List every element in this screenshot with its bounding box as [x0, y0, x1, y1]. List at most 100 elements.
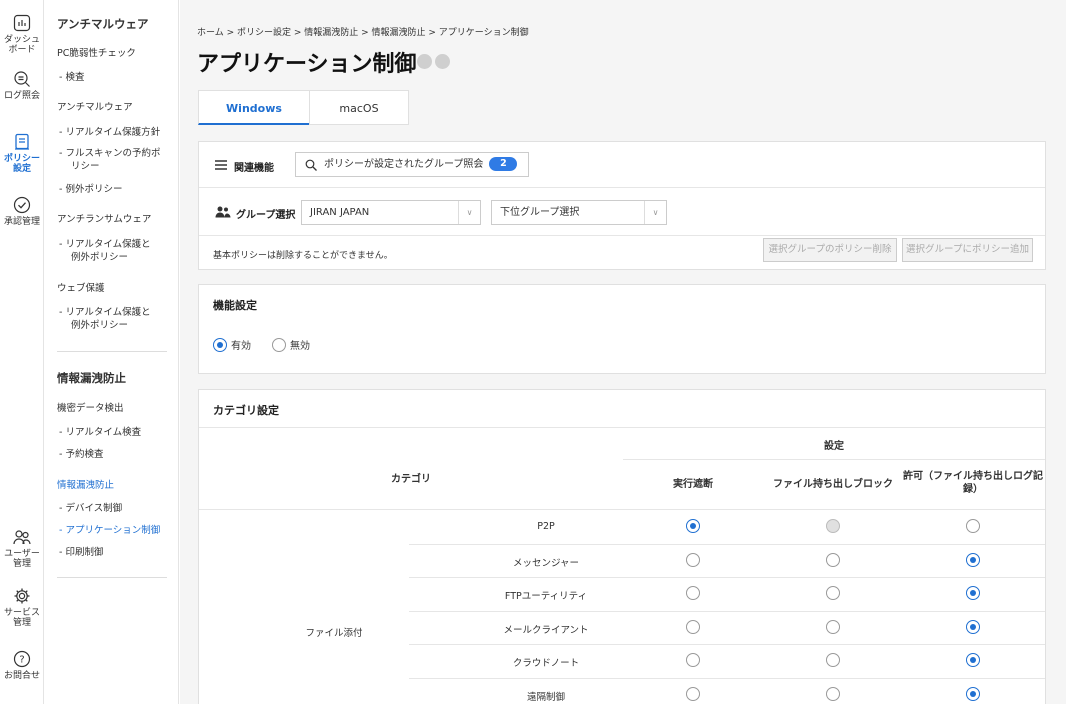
rail-dashboard[interactable]: ダッシュ ボード	[0, 14, 44, 55]
category-radio[interactable]	[826, 686, 840, 701]
divider	[199, 187, 1045, 188]
submenu-divider	[57, 351, 167, 352]
category-radio[interactable]	[966, 552, 980, 567]
submenu-pc-vuln[interactable]: PC脆弱性チェック	[57, 45, 136, 59]
submenu-web-group[interactable]: ウェブ保護	[57, 280, 105, 294]
category-radio[interactable]	[826, 586, 840, 600]
col-category: カテゴリ	[391, 474, 431, 485]
submenu-realtime-inspect[interactable]: - リアルタイム検査	[59, 424, 141, 438]
note-text: 基本ポリシーは削除することができません。	[213, 251, 393, 261]
category-row-name: メッセンジャー	[512, 557, 580, 569]
category-radio[interactable]	[826, 653, 840, 667]
divider	[199, 427, 1045, 428]
submenu-inspect[interactable]: - 検査	[59, 69, 84, 83]
rail-label: お問合せ	[3, 671, 40, 681]
group-select[interactable]: JIRAN JAPAN ∨	[301, 200, 481, 225]
category-row-name: メールクライアント	[503, 624, 589, 636]
count-badge: 2	[489, 157, 518, 171]
rail-service[interactable]: サービス 管理	[0, 587, 44, 628]
policy-submenu: アンチマルウェア PC脆弱性チェック - 検査 アンチマルウェア - リアルタイ…	[45, 0, 179, 704]
tab-macos[interactable]: macOS	[309, 90, 409, 125]
category-radio[interactable]	[826, 619, 840, 634]
add-policy-button[interactable]: 選択グループにポリシー追加	[902, 238, 1033, 262]
submenu-realtime-policy[interactable]: - リアルタイム保護方針	[59, 124, 160, 138]
rail-label: サービス 管理	[3, 608, 40, 628]
submenu-ar-realtime-cont[interactable]: 例外ポリシー	[71, 249, 128, 263]
row-divider	[409, 677, 1045, 679]
menu-icon	[215, 160, 227, 170]
category-group-label: ファイル添付	[305, 628, 363, 639]
submenu-antimalware-title: アンチマルウェア	[57, 17, 149, 31]
submenu-web-realtime-cont[interactable]: 例外ポリシー	[71, 317, 128, 331]
submenu-confidential-detect[interactable]: 機密データ検出	[57, 400, 124, 414]
category-radio[interactable]	[966, 586, 980, 600]
radio-enabled[interactable]: 有効	[213, 337, 251, 352]
submenu-ar-realtime[interactable]: - リアルタイム保護と	[59, 236, 151, 250]
group-select-label: グループ選択	[236, 210, 296, 221]
submenu-fullscan-cont[interactable]: リシー	[71, 158, 100, 172]
category-row-name: 遠隔制御	[526, 691, 565, 703]
radio-disabled-circle[interactable]	[272, 337, 286, 352]
category-radio[interactable]	[686, 552, 700, 567]
category-radio[interactable]	[686, 686, 700, 701]
category-radio[interactable]	[966, 686, 980, 701]
submenu-dlp-title: 情報漏洩防止	[57, 371, 126, 385]
category-radio[interactable]	[966, 619, 980, 634]
rail-log[interactable]: ログ照会	[0, 70, 44, 101]
row-divider	[409, 644, 1045, 645]
submenu-fullscan[interactable]: - フルスキャンの予約ポ	[59, 145, 160, 159]
log-search-icon	[14, 71, 30, 87]
rail-help[interactable]: ? お問合せ	[0, 650, 44, 681]
rail-label: 承認管理	[3, 217, 40, 227]
category-row-name: P2P	[537, 521, 555, 532]
col-block: 実行遮断	[673, 479, 713, 490]
submenu-antiransom-group[interactable]: アンチランサムウェア	[57, 211, 151, 225]
related-group-panel: 関連機能 ポリシーが設定されたグループ照会 2 グループ選択 JIRAN JAPA…	[198, 141, 1046, 270]
group-policy-search[interactable]: ポリシーが設定されたグループ照会 2	[295, 152, 529, 177]
tab-windows[interactable]: Windows	[198, 90, 310, 125]
category-radio[interactable]	[826, 552, 840, 567]
rail-label: ポリシー 設定	[3, 154, 40, 174]
submenu-antimalware-group[interactable]: アンチマルウェア	[57, 99, 133, 113]
submenu-scheduled-inspect[interactable]: - 予約検査	[59, 446, 103, 460]
feature-title: 機能設定	[213, 299, 257, 312]
svg-text:?: ?	[19, 655, 24, 666]
col-allow: 許可（ファイル持ち出しログ記録）	[903, 471, 1043, 495]
submenu-divider	[57, 577, 167, 578]
windows-icon	[417, 54, 432, 69]
related-label: 関連機能	[234, 163, 274, 174]
group-icon	[215, 206, 231, 218]
search-icon	[305, 159, 317, 171]
delete-policy-button[interactable]: 選択グループのポリシー削除	[763, 238, 897, 262]
category-radio[interactable]	[686, 519, 700, 533]
chevron-down-icon: ∨	[644, 201, 666, 224]
submenu-app-control[interactable]: - アプリケーション制御	[59, 522, 160, 536]
subgroup-select[interactable]: 下位グループ選択 ∨	[491, 200, 667, 225]
col-file-block: ファイル持ち出しブロック	[773, 479, 893, 490]
gear-icon	[14, 588, 30, 604]
radio-disabled[interactable]: 無効	[272, 337, 310, 352]
category-radio[interactable]	[686, 586, 700, 600]
divider	[623, 459, 1045, 460]
radio-enabled-circle[interactable]	[213, 337, 227, 352]
divider	[199, 509, 1045, 510]
icon-rail: ダッシュ ボード ログ照会 ポリシー 設定 承認管理 ユーザー 管理 サービス …	[0, 0, 44, 704]
submenu-exception-policy[interactable]: - 例外ポリシー	[59, 181, 122, 195]
rail-approval[interactable]: 承認管理	[0, 196, 44, 227]
rail-policy[interactable]: ポリシー 設定	[0, 133, 44, 174]
category-radio[interactable]	[686, 619, 700, 634]
col-setting: 設定	[824, 441, 844, 452]
submenu-device-control[interactable]: - デバイス制御	[59, 500, 122, 514]
submenu-dlp-group[interactable]: 情報漏洩防止	[57, 477, 114, 491]
row-divider	[409, 577, 1045, 578]
submenu-web-realtime[interactable]: - リアルタイム保護と	[59, 304, 151, 318]
category-radio[interactable]	[686, 653, 700, 667]
row-divider	[409, 543, 1045, 545]
rail-label: ダッシュ ボード	[3, 35, 40, 55]
category-radio	[826, 519, 840, 533]
category-radio[interactable]	[966, 519, 980, 533]
category-radio[interactable]	[966, 653, 980, 667]
help-icon: ?	[13, 650, 31, 668]
rail-users[interactable]: ユーザー 管理	[0, 528, 44, 569]
submenu-print-control[interactable]: - 印刷制御	[59, 544, 103, 558]
